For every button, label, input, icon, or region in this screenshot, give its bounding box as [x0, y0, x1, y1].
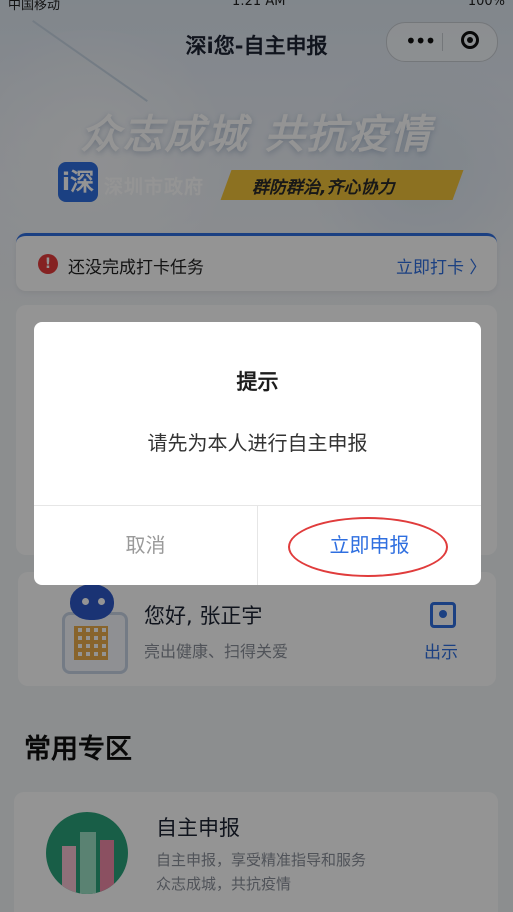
app-page: 中国移动 1:21 AM 100% 深i您-自主申报 ••• 众志成城 共抗疫情… [0, 0, 513, 912]
dialog-title: 提示 [236, 370, 279, 394]
dialog-message: 请先为本人进行自主申报 [147, 431, 368, 455]
highlight-circle [288, 517, 448, 577]
cancel-button[interactable]: 取消 [34, 506, 257, 585]
